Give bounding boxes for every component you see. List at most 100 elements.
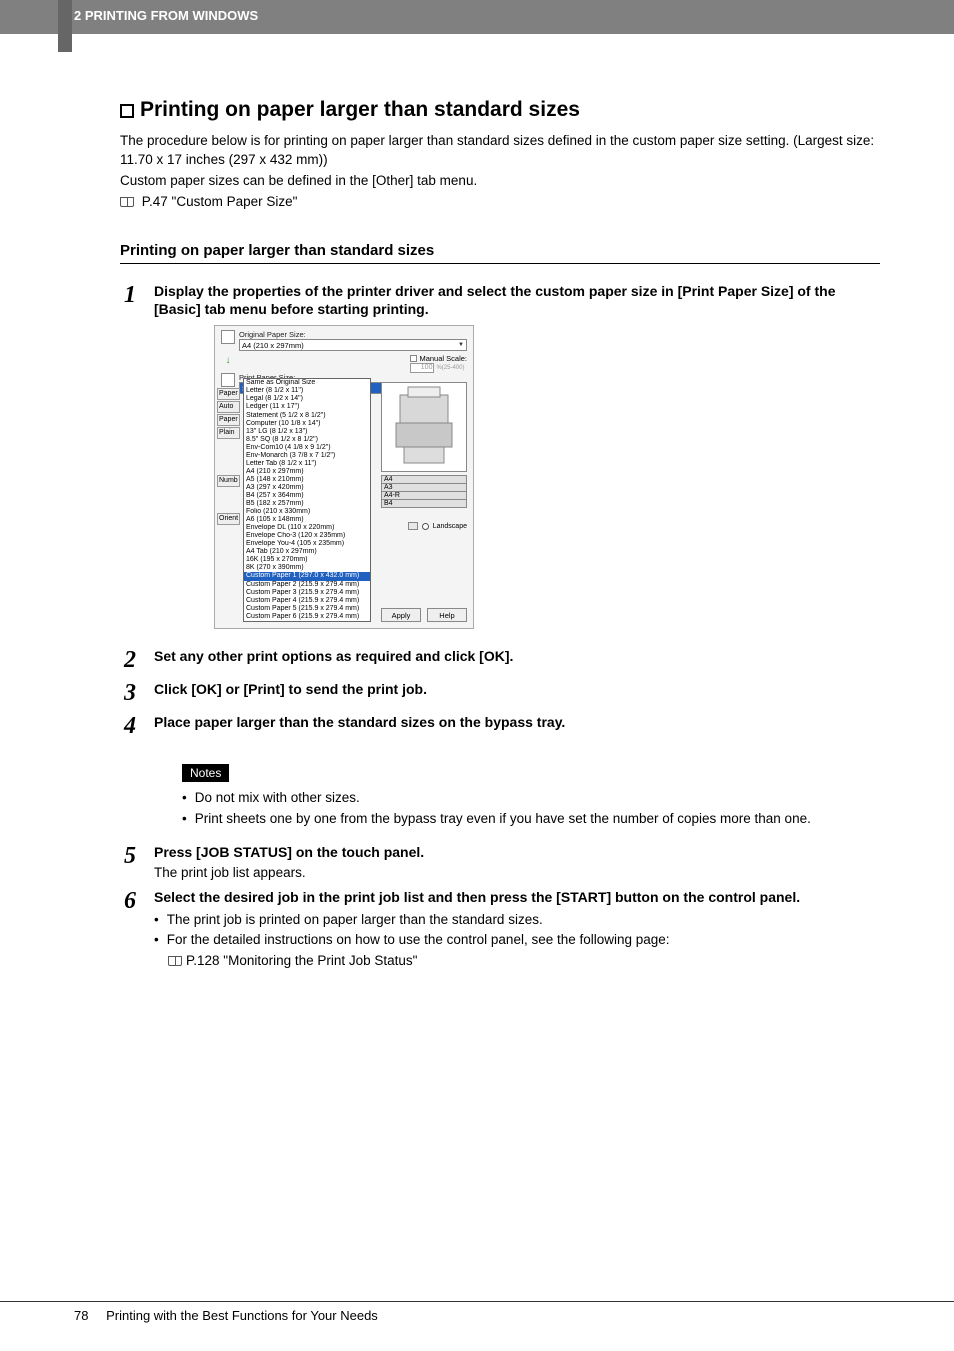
intro-line-2: Custom paper sizes can be defined in the… bbox=[120, 172, 880, 191]
dropdown-item[interactable]: Custom Paper 2 (215.9 x 279.4 mm) bbox=[244, 581, 370, 589]
dropdown-item[interactable]: Same as Original Size bbox=[244, 379, 370, 387]
dropdown-item[interactable]: Envelope You-4 (105 x 235mm) bbox=[244, 540, 370, 548]
step-2: 2 Set any other print options as require… bbox=[124, 647, 880, 672]
step-1-text: Display the properties of the printer dr… bbox=[154, 282, 880, 320]
orig-size-label: Original Paper Size: bbox=[239, 330, 467, 339]
chevron-down-icon: ▼ bbox=[458, 342, 464, 348]
step-body: Display the properties of the printer dr… bbox=[154, 282, 880, 640]
tag: Orient bbox=[217, 513, 240, 525]
dropdown-item[interactable]: A5 (148 x 210mm) bbox=[244, 476, 370, 484]
dropdown-item[interactable]: B5 (182 x 257mm) bbox=[244, 500, 370, 508]
checkbox-icon[interactable] bbox=[410, 355, 417, 362]
dialog-buttons: Apply Help bbox=[381, 608, 467, 622]
subheading: Printing on paper larger than standard s… bbox=[120, 242, 880, 264]
dropdown-item[interactable]: A4 Tab (210 x 297mm) bbox=[244, 548, 370, 556]
dropdown-item[interactable]: B4 (257 x 364mm) bbox=[244, 492, 370, 500]
dropdown-item[interactable]: 16K (195 x 270mm) bbox=[244, 556, 370, 564]
step-3-text: Click [OK] or [Print] to send the print … bbox=[154, 680, 880, 705]
side-ribbon bbox=[58, 0, 72, 52]
dropdown-item[interactable]: Computer (10 1/8 x 14") bbox=[244, 420, 370, 428]
step-6-text: Select the desired job in the print job … bbox=[154, 888, 880, 907]
step-5-sub: The print job list appears. bbox=[154, 865, 880, 880]
step-3: 3 Click [OK] or [Print] to send the prin… bbox=[124, 680, 880, 705]
dropdown-item[interactable]: 8K (270 x 390mm) bbox=[244, 564, 370, 572]
step-6-ref-text: P.128 "Monitoring the Print Job Status" bbox=[186, 953, 417, 968]
scale-range: %(25-400) bbox=[436, 365, 464, 371]
intro-line-1: The procedure below is for printing on p… bbox=[120, 132, 880, 170]
dropdown-item[interactable]: Folio (210 x 330mm) bbox=[244, 508, 370, 516]
dropdown-item[interactable]: Letter (8 1/2 x 11") bbox=[244, 387, 370, 395]
step-6-ref: P.128 "Monitoring the Print Job Status" bbox=[168, 953, 880, 968]
manual-scale-label: Manual Scale: bbox=[419, 354, 467, 363]
step-6: 6 Select the desired job in the print jo… bbox=[124, 888, 880, 968]
tray-row: B4 bbox=[381, 499, 467, 508]
tag: Plain bbox=[217, 427, 240, 439]
dropdown-item[interactable]: 8.5" SQ (8 1/2 x 8 1/2") bbox=[244, 436, 370, 444]
dropdown-item[interactable]: Envelope DL (110 x 220mm) bbox=[244, 524, 370, 532]
paper-size-dropdown[interactable]: Same as Original SizeLetter (8 1/2 x 11"… bbox=[243, 378, 371, 621]
step-4: 4 Place paper larger than the standard s… bbox=[124, 713, 880, 738]
step-body: Select the desired job in the print job … bbox=[154, 888, 880, 968]
notes-badge: Notes bbox=[182, 764, 229, 782]
dropdown-item[interactable]: A4 (210 x 297mm) bbox=[244, 468, 370, 476]
book-icon bbox=[120, 197, 134, 207]
step-number: 6 bbox=[124, 888, 154, 968]
printer-preview-icon bbox=[382, 383, 466, 471]
dropdown-item[interactable]: 13" LG (8 1/2 x 13") bbox=[244, 428, 370, 436]
orientation-thumb-icon bbox=[408, 522, 418, 530]
step-number: 3 bbox=[124, 680, 154, 705]
tag: Numb bbox=[217, 475, 240, 487]
apply-button[interactable]: Apply bbox=[381, 608, 421, 622]
print-dialog-screenshot: Original Paper Size: A4 (210 x 297mm) ▼ … bbox=[214, 325, 474, 629]
step-4-text: Place paper larger than the standard siz… bbox=[154, 713, 880, 738]
dropdown-item[interactable]: A6 (105 x 148mm) bbox=[244, 516, 370, 524]
orientation-row: Landscape bbox=[408, 522, 467, 530]
dropdown-item[interactable]: Custom Paper 5 (215.9 x 279.4 mm) bbox=[244, 605, 370, 613]
step-body: Press [JOB STATUS] on the touch panel. T… bbox=[154, 843, 880, 880]
section-title-text: Printing on paper larger than standard s… bbox=[140, 98, 580, 122]
step-5-text: Press [JOB STATUS] on the touch panel. bbox=[154, 843, 880, 862]
bullet-square-icon bbox=[120, 104, 134, 118]
page-icon bbox=[221, 330, 235, 344]
orig-size-select[interactable]: A4 (210 x 297mm) ▼ bbox=[239, 339, 467, 351]
dropdown-item[interactable]: Custom Paper 6 (215.9 x 279.4 mm) bbox=[244, 613, 370, 621]
step-5: 5 Press [JOB STATUS] on the touch panel.… bbox=[124, 843, 880, 880]
dropdown-item[interactable]: Envelope Cho-3 (120 x 235mm) bbox=[244, 532, 370, 540]
dropdown-item[interactable]: Letter Tab (8 1/2 x 11") bbox=[244, 460, 370, 468]
manual-scale: Manual Scale: 100 %(25-400) bbox=[410, 354, 467, 373]
step-number: 5 bbox=[124, 843, 154, 880]
tag: Auto bbox=[217, 401, 240, 413]
landscape-label: Landscape bbox=[433, 523, 467, 530]
dropdown-item[interactable]: Env-Monarch (3 7/8 x 7 1/2") bbox=[244, 452, 370, 460]
note-item: Print sheets one by one from the bypass … bbox=[182, 809, 880, 829]
scale-input[interactable]: 100 bbox=[410, 363, 434, 373]
dropdown-item[interactable]: Legal (8 1/2 x 14") bbox=[244, 395, 370, 403]
preview-pane bbox=[381, 382, 467, 472]
radio-icon[interactable] bbox=[422, 523, 429, 530]
dropdown-item[interactable]: Custom Paper 1 (297.0 x 432.0 mm) bbox=[244, 572, 370, 580]
step-6-bullets: The print job is printed on paper larger… bbox=[154, 910, 880, 951]
intro-ref-text: P.47 "Custom Paper Size" bbox=[142, 194, 298, 209]
step-number: 1 bbox=[124, 282, 154, 640]
note-item: Do not mix with other sizes. bbox=[182, 788, 880, 808]
help-button[interactable]: Help bbox=[427, 608, 467, 622]
dropdown-item[interactable]: Custom Paper 4 (215.9 x 279.4 mm) bbox=[244, 597, 370, 605]
tag: Paper bbox=[217, 388, 240, 400]
chapter-header: 2 PRINTING FROM WINDOWS bbox=[0, 0, 954, 34]
dropdown-item[interactable]: Ledger (11 x 17") bbox=[244, 403, 370, 411]
step-6-b2: For the detailed instructions on how to … bbox=[154, 930, 880, 950]
breadcrumb-text: 2 PRINTING FROM WINDOWS bbox=[74, 8, 258, 23]
dropdown-item[interactable]: Env-Com10 (4 1/8 x 9 1/2") bbox=[244, 444, 370, 452]
page-content: Printing on paper larger than standard s… bbox=[0, 34, 954, 968]
tag: Paper bbox=[217, 414, 240, 426]
page-number: 78 bbox=[74, 1308, 88, 1323]
arrow-down-icon: ↓ bbox=[221, 355, 235, 369]
book-icon bbox=[168, 956, 182, 966]
footer-title: Printing with the Best Functions for You… bbox=[106, 1308, 378, 1323]
dropdown-item[interactable]: Custom Paper 3 (215.9 x 279.4 mm) bbox=[244, 589, 370, 597]
dropdown-item[interactable]: Statement (5 1/2 x 8 1/2") bbox=[244, 412, 370, 420]
notes-list: Do not mix with other sizes. Print sheet… bbox=[182, 788, 880, 829]
intro-ref: P.47 "Custom Paper Size" bbox=[120, 193, 880, 212]
dropdown-item[interactable]: A3 (297 x 420mm) bbox=[244, 484, 370, 492]
step-1: 1 Display the properties of the printer … bbox=[124, 282, 880, 640]
